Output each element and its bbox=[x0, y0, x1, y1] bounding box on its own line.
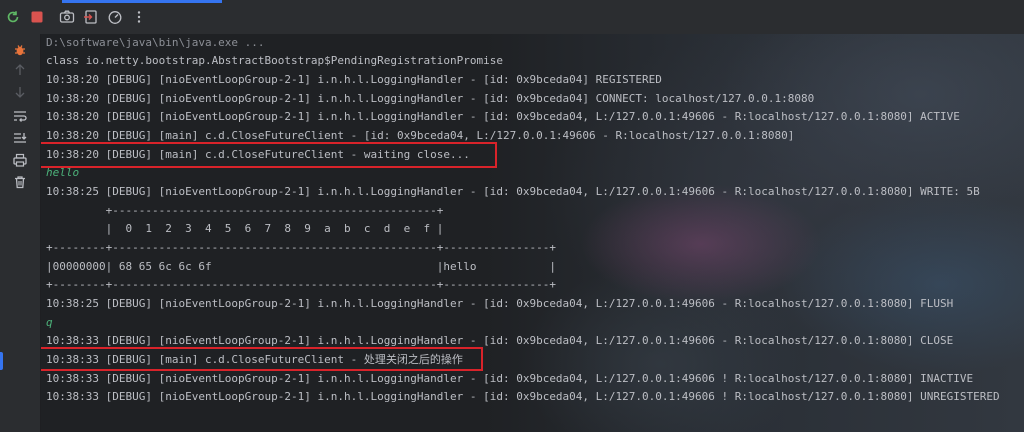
arrow-up-icon[interactable] bbox=[9, 60, 31, 80]
console-line: | 0 1 2 3 4 5 6 7 8 9 a b c d e f | bbox=[46, 222, 444, 235]
console-line: +--------+------------------------------… bbox=[46, 278, 556, 291]
console-line: D:\software\java\bin\java.exe ... bbox=[46, 36, 265, 49]
run-toolbar bbox=[0, 0, 1024, 34]
soft-wrap-icon[interactable] bbox=[9, 106, 31, 126]
console-line: +--------+------------------------------… bbox=[46, 241, 556, 254]
active-tab-indicator bbox=[62, 0, 222, 3]
highlight-box-waiting bbox=[41, 142, 497, 168]
console-line: |00000000| 68 65 6c 6c 6f |hello | bbox=[46, 260, 556, 273]
console-line: class io.netty.bootstrap.AbstractBootstr… bbox=[46, 54, 503, 67]
highlight-box-after-close bbox=[41, 347, 483, 371]
console-output[interactable]: D:\software\java\bin\java.exe ... class … bbox=[41, 34, 1024, 432]
console-line: +---------------------------------------… bbox=[46, 204, 444, 217]
stop-icon[interactable] bbox=[26, 6, 48, 28]
console-line: 10:38:25 [DEBUG] [nioEventLoopGroup-2-1]… bbox=[46, 185, 980, 198]
console-line: 10:38:25 [DEBUG] [nioEventLoopGroup-2-1]… bbox=[46, 297, 954, 310]
console-line: 10:38:33 [DEBUG] [nioEventLoopGroup-2-1]… bbox=[46, 390, 1000, 403]
bug-icon[interactable] bbox=[9, 40, 31, 60]
console-line: 10:38:20 [DEBUG] [nioEventLoopGroup-2-1]… bbox=[46, 110, 960, 123]
console-line: 10:38:33 [DEBUG] [nioEventLoopGroup-2-1]… bbox=[46, 372, 974, 385]
trash-icon[interactable] bbox=[9, 172, 31, 192]
more-icon[interactable] bbox=[128, 6, 150, 28]
arrow-down-icon[interactable] bbox=[9, 82, 31, 102]
rerun-icon[interactable] bbox=[2, 6, 24, 28]
console-line: 10:38:20 [DEBUG] [nioEventLoopGroup-2-1]… bbox=[46, 92, 815, 105]
exit-icon[interactable] bbox=[80, 6, 102, 28]
console-line: q bbox=[46, 316, 53, 329]
camera-icon[interactable] bbox=[56, 6, 78, 28]
dashboard-icon[interactable] bbox=[104, 6, 126, 28]
console-side-toolbar bbox=[0, 34, 41, 432]
print-icon[interactable] bbox=[9, 150, 31, 170]
console-line: 10:38:20 [DEBUG] [nioEventLoopGroup-2-1]… bbox=[46, 73, 662, 86]
gutter-active-marker bbox=[0, 352, 3, 370]
scroll-to-end-icon[interactable] bbox=[9, 128, 31, 148]
